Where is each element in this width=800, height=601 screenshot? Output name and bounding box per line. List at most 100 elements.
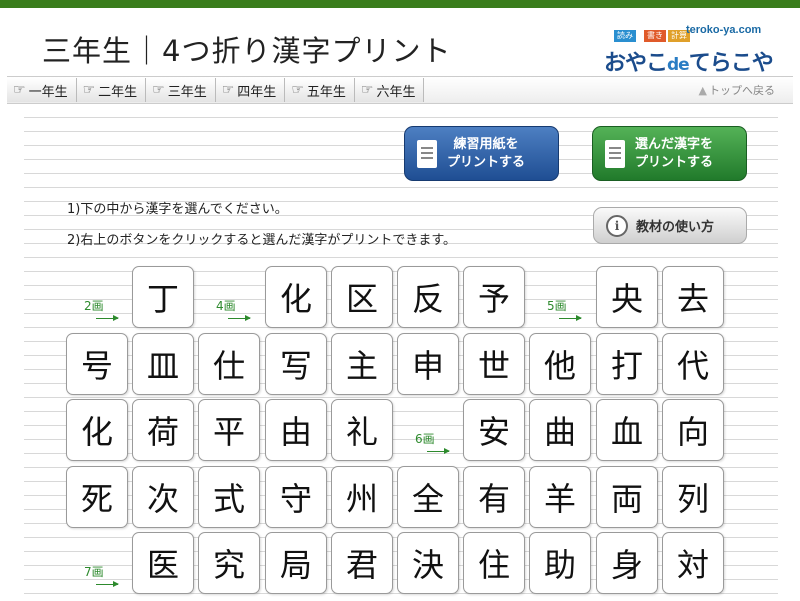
arrow-up-icon: ▲	[698, 83, 707, 97]
kanji-cell[interactable]: 州	[331, 466, 393, 528]
tab-label: 三年生	[167, 84, 207, 100]
stroke-count-label: 5画	[547, 299, 567, 313]
info-icon: i	[606, 214, 628, 237]
kanji-cell[interactable]: 礼	[331, 399, 393, 461]
stroke-count-marker: 2画	[66, 266, 128, 328]
kanji-cell[interactable]: 決	[397, 532, 459, 594]
kanji-cell[interactable]: 央	[596, 266, 658, 328]
kanji-cell[interactable]: 究	[198, 532, 260, 594]
kanji-cell[interactable]: 局	[265, 532, 327, 594]
tab-label: 六年生	[376, 84, 416, 100]
document-icon	[605, 139, 625, 168]
pointing-hand-icon: ☞	[360, 82, 374, 98]
kanji-cell[interactable]: 予	[463, 266, 525, 328]
kanji-cell[interactable]: 死	[66, 466, 128, 528]
kanji-cell[interactable]: 曲	[529, 399, 591, 461]
arrow-right-icon	[427, 448, 450, 454]
kanji-cell[interactable]: 写	[265, 333, 327, 395]
stroke-count-label: 2画	[84, 299, 104, 313]
logo-badge-writing: 書き	[644, 30, 666, 42]
stroke-count-marker: 6画	[397, 399, 459, 461]
howto-label: 教材の使い方	[636, 220, 715, 235]
pointing-hand-icon: ☞	[13, 82, 26, 98]
print-practice-paper-label: 練習用紙を プリントする	[447, 136, 526, 170]
instruction-2: 2)右上のボタンをクリックすると選んだ漢字がプリントできます。	[67, 233, 457, 248]
kanji-cell[interactable]: 代	[662, 333, 724, 395]
tab-label: 四年生	[237, 84, 277, 100]
kanji-cell[interactable]: 安	[463, 399, 525, 461]
kanji-cell[interactable]: 次	[132, 466, 194, 528]
kanji-cell[interactable]: 荷	[132, 399, 194, 461]
pointing-hand-icon: ☞	[221, 82, 235, 98]
kanji-cell[interactable]: 区	[331, 266, 393, 328]
kanji-cell[interactable]: 平	[198, 399, 260, 461]
site-logo[interactable]: 読み 書き 計算 teroko-ya.com おやこdeてらこや	[604, 20, 774, 76]
grade-tabs: ☞ 一年生 ☞ 二年生 ☞ 三年生 ☞ 四年生 ☞ 五年生 ☞ 六年生	[7, 78, 425, 102]
arrow-right-icon	[96, 581, 119, 587]
grade-nav: ☞ 一年生 ☞ 二年生 ☞ 三年生 ☞ 四年生 ☞ 五年生 ☞ 六年生 ▲ トップへ戻る	[7, 76, 793, 104]
kanji-cell[interactable]: 両	[596, 466, 658, 528]
kanji-cell[interactable]: 号	[66, 333, 128, 395]
kanji-cell[interactable]: 世	[463, 333, 525, 395]
pointing-hand-icon: ☞	[291, 82, 304, 98]
print-selected-kanji-button[interactable]: 選んだ漢字を プリントする	[592, 126, 747, 181]
kanji-cell[interactable]: 向	[662, 399, 724, 461]
kanji-cell[interactable]: 列	[662, 466, 724, 528]
kanji-cell[interactable]: 全	[397, 466, 459, 528]
kanji-cell[interactable]: 仕	[198, 333, 260, 395]
tab-label: 五年生	[306, 84, 346, 100]
back-to-top-label: トップへ戻る	[709, 84, 775, 97]
arrow-right-icon	[559, 315, 582, 321]
arrow-right-icon	[96, 315, 119, 321]
stroke-count-marker: 5画	[529, 266, 591, 328]
kanji-cell[interactable]: 丁	[132, 266, 194, 328]
kanji-cell[interactable]: 由	[265, 399, 327, 461]
stroke-count-label: 6画	[415, 432, 435, 446]
kanji-cell[interactable]: 反	[397, 266, 459, 328]
kanji-cell[interactable]: 君	[331, 532, 393, 594]
tab-grade-4[interactable]: ☞ 四年生	[215, 78, 286, 102]
logo-domain: teroko-ya.com	[686, 24, 762, 36]
kanji-cell[interactable]: 羊	[529, 466, 591, 528]
howto-button[interactable]: i 教材の使い方	[593, 207, 747, 244]
kanji-cell[interactable]: 化	[66, 399, 128, 461]
kanji-cell[interactable]: 申	[397, 333, 459, 395]
logo-badge-reading: 読み	[614, 30, 636, 42]
logo-name-de: de	[667, 55, 690, 75]
kanji-cell[interactable]: 化	[265, 266, 327, 328]
tab-grade-5[interactable]: ☞ 五年生	[285, 78, 355, 102]
back-to-top-link[interactable]: ▲ トップへ戻る	[699, 82, 775, 98]
tab-label: 二年生	[98, 84, 138, 100]
tab-grade-2[interactable]: ☞ 二年生	[76, 78, 147, 102]
page-title: 三年生｜4つ折り漢字プリント	[42, 34, 452, 68]
kanji-cell[interactable]: 式	[198, 466, 260, 528]
logo-name: おやこdeてらこや	[604, 45, 774, 77]
page-header: 三年生｜4つ折り漢字プリント 読み 書き 計算 teroko-ya.com おや…	[0, 8, 800, 76]
kanji-cell[interactable]: 他	[529, 333, 591, 395]
print-practice-paper-button[interactable]: 練習用紙を プリントする	[404, 126, 559, 181]
pointing-hand-icon: ☞	[82, 82, 96, 98]
tab-grade-6[interactable]: ☞ 六年生	[354, 78, 425, 102]
kanji-cell[interactable]: 守	[265, 466, 327, 528]
logo-name-b: てらこや	[688, 51, 774, 76]
instruction-1: 1)下の中から漢字を選んでください。	[67, 202, 288, 217]
stroke-count-label: 7画	[84, 565, 104, 579]
kanji-cell[interactable]: 去	[662, 266, 724, 328]
stroke-count-label: 4画	[216, 299, 236, 313]
top-accent-bar	[0, 0, 800, 8]
kanji-cell[interactable]: 住	[463, 532, 525, 594]
tab-grade-3[interactable]: ☞ 三年生	[146, 78, 216, 102]
kanji-cell[interactable]: 皿	[132, 333, 194, 395]
kanji-cell[interactable]: 血	[596, 399, 658, 461]
arrow-right-icon	[228, 315, 251, 321]
tab-grade-1[interactable]: ☞ 一年生	[7, 78, 77, 102]
kanji-cell[interactable]: 身	[596, 532, 658, 594]
kanji-cell[interactable]: 主	[331, 333, 393, 395]
kanji-cell[interactable]: 助	[529, 532, 591, 594]
kanji-cell[interactable]: 打	[596, 333, 658, 395]
kanji-cell[interactable]: 医	[132, 532, 194, 594]
logo-name-a: おやこ	[604, 51, 668, 76]
kanji-cell[interactable]: 有	[463, 466, 525, 528]
document-icon	[417, 139, 437, 168]
kanji-cell[interactable]: 対	[662, 532, 724, 594]
